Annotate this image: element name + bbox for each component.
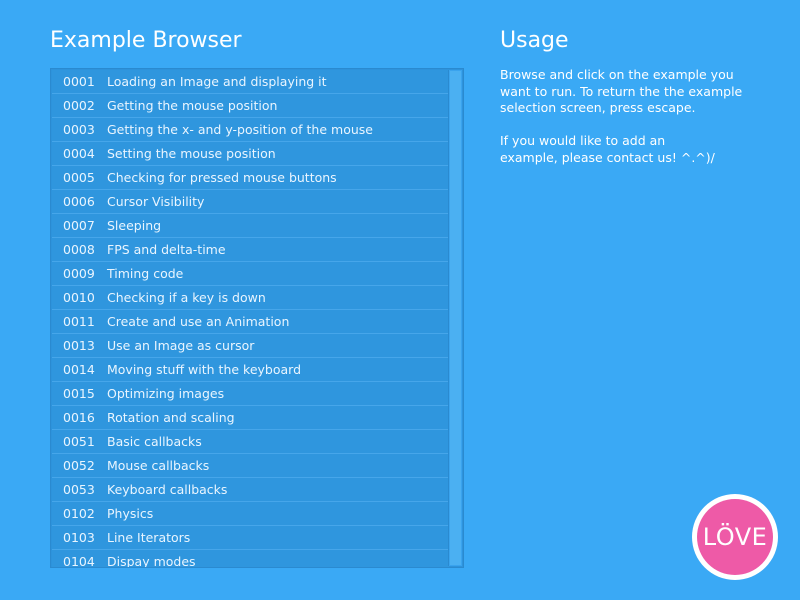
example-list-item[interactable]: 0053 Keyboard callbacks xyxy=(52,478,449,502)
example-label: Getting the x- and y-position of the mou… xyxy=(107,122,373,137)
example-label: Use an Image as cursor xyxy=(107,338,255,353)
example-number: 0002 xyxy=(63,98,95,113)
example-label: Physics xyxy=(107,506,154,521)
example-list-item[interactable]: 0004 Setting the mouse position xyxy=(52,142,449,166)
scrollbar-thumb[interactable] xyxy=(450,71,461,565)
example-number: 0006 xyxy=(63,194,95,209)
example-list-item[interactable]: 0016 Rotation and scaling xyxy=(52,406,449,430)
example-list-item[interactable]: 0009 Timing code xyxy=(52,262,449,286)
example-number: 0001 xyxy=(63,74,95,89)
example-list-item[interactable]: 0008 FPS and delta-time xyxy=(52,238,449,262)
list-scrollbar[interactable] xyxy=(448,70,462,566)
usage-text: Browse and click on the example you want… xyxy=(500,67,760,183)
example-list-item[interactable]: 0011 Create and use an Animation xyxy=(52,310,449,334)
example-label: Line Iterators xyxy=(107,530,191,545)
example-list-item[interactable]: 0010 Checking if a key is down xyxy=(52,286,449,310)
love-logo-text: LÖVE xyxy=(702,523,768,551)
example-label: Moving stuff with the keyboard xyxy=(107,362,302,377)
love-logo-icon: LÖVE xyxy=(692,494,778,580)
example-label: Sleeping xyxy=(107,218,162,233)
example-list-rows: 0001 Loading an Image and displaying it 00… xyxy=(52,70,449,568)
example-label: Cursor Visibility xyxy=(107,194,205,209)
example-number: 0102 xyxy=(63,506,95,521)
example-list-item[interactable]: 0007 Sleeping xyxy=(52,214,449,238)
example-browser-title: Example Browser xyxy=(50,28,242,53)
example-list-item[interactable]: 0001 Loading an Image and displaying it xyxy=(52,70,449,94)
usage-title: Usage xyxy=(500,28,569,53)
example-label: Optimizing images xyxy=(107,386,225,401)
example-number: 0003 xyxy=(63,122,95,137)
example-label: FPS and delta-time xyxy=(107,242,226,257)
example-number: 0005 xyxy=(63,170,95,185)
example-number: 0011 xyxy=(63,314,95,329)
example-label: Basic callbacks xyxy=(107,434,202,449)
example-number: 0016 xyxy=(63,410,95,425)
example-number: 0010 xyxy=(63,290,95,305)
example-label: Create and use an Animation xyxy=(107,314,290,329)
example-number: 0008 xyxy=(63,242,95,257)
example-list-item[interactable]: 0052 Mouse callbacks xyxy=(52,454,449,478)
example-list-item[interactable]: 0003 Getting the x- and y-position of the… xyxy=(52,118,449,142)
example-list-item[interactable]: 0102 Physics xyxy=(52,502,449,526)
example-label: Timing code xyxy=(107,266,184,281)
example-label: Rotation and scaling xyxy=(107,410,235,425)
example-label: Loading an Image and displaying it xyxy=(107,74,327,89)
usage-paragraph-2: If you would like to add an example, ple… xyxy=(500,133,715,165)
example-label: Dispay modes xyxy=(107,554,196,568)
example-number: 0014 xyxy=(63,362,95,377)
example-list-item[interactable]: 0103 Line Iterators xyxy=(52,526,449,550)
example-list-item[interactable]: 0013 Use an Image as cursor xyxy=(52,334,449,358)
example-list-item[interactable]: 0006 Cursor Visibility xyxy=(52,190,449,214)
example-number: 0104 xyxy=(63,554,95,568)
example-label: Setting the mouse position xyxy=(107,146,276,161)
example-number: 0052 xyxy=(63,458,95,473)
example-number: 0009 xyxy=(63,266,95,281)
love-logo-badge: LÖVE xyxy=(697,499,773,575)
example-list-item[interactable]: 0015 Optimizing images xyxy=(52,382,449,406)
example-number: 0051 xyxy=(63,434,95,449)
example-label: Mouse callbacks xyxy=(107,458,210,473)
example-list-item[interactable]: 0005 Checking for pressed mouse buttons xyxy=(52,166,449,190)
example-label: Checking if a key is down xyxy=(107,290,266,305)
example-number: 0053 xyxy=(63,482,95,497)
example-number: 0013 xyxy=(63,338,95,353)
example-number: 0015 xyxy=(63,386,95,401)
example-label: Keyboard callbacks xyxy=(107,482,228,497)
example-list-item[interactable]: 0051 Basic callbacks xyxy=(52,430,449,454)
example-list: 0001 Loading an Image and displaying it 00… xyxy=(50,68,464,568)
example-list-item[interactable]: 0104 Dispay modes xyxy=(52,550,449,568)
example-number: 0103 xyxy=(63,530,95,545)
example-list-item[interactable]: 0002 Getting the mouse position xyxy=(52,94,449,118)
usage-paragraph-1: Browse and click on the example you want… xyxy=(500,67,743,115)
example-label: Checking for pressed mouse buttons xyxy=(107,170,337,185)
example-number: 0007 xyxy=(63,218,95,233)
example-list-item[interactable]: 0014 Moving stuff with the keyboard xyxy=(52,358,449,382)
example-label: Getting the mouse position xyxy=(107,98,278,113)
example-number: 0004 xyxy=(63,146,95,161)
